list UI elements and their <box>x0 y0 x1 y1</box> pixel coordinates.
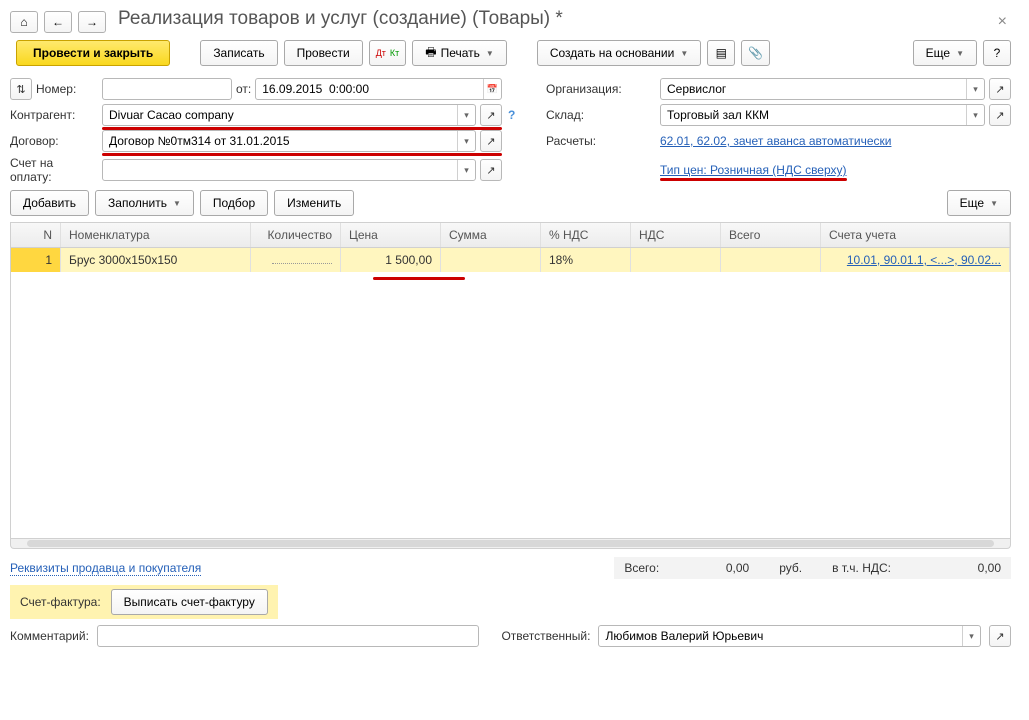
raschety-label: Расчеты: <box>546 134 654 148</box>
contragent-input[interactable] <box>103 105 457 125</box>
printer-icon: 🖶 <box>425 43 436 64</box>
cell-nomenclature: Брус 3000х150х150 <box>61 248 251 272</box>
invoice-label: Счет-фактура: <box>20 595 101 609</box>
responsible-input[interactable] <box>599 626 962 646</box>
post-and-close-button[interactable]: Провести и закрыть <box>16 40 170 66</box>
dogovor-dropdown-icon[interactable]: ▾ <box>457 131 475 151</box>
edit-button[interactable]: Изменить <box>274 190 354 216</box>
col-quantity[interactable]: Количество <box>251 223 341 247</box>
save-button[interactable]: Записать <box>200 40 277 66</box>
schet-open-icon[interactable]: ↗ <box>480 159 502 181</box>
responsible-dropdown-icon[interactable]: ▾ <box>962 626 980 646</box>
org-open-icon[interactable]: ↗ <box>989 78 1011 100</box>
fill-button[interactable]: Заполнить▼ <box>95 190 194 216</box>
move-icon[interactable]: ⇅ <box>10 78 32 100</box>
vat-incl-value: 0,00 <box>921 561 1001 575</box>
org-label: Организация: <box>546 82 654 96</box>
sklad-label: Склад: <box>546 108 654 122</box>
back-button[interactable]: ← <box>44 11 72 33</box>
contragent-open-icon[interactable]: ↗ <box>480 104 502 126</box>
col-vat[interactable]: НДС <box>631 223 721 247</box>
seller-buyer-details-link[interactable]: Реквизиты продавца и покупателя <box>10 561 201 576</box>
create-based-on-button[interactable]: Создать на основании▼ <box>537 40 701 66</box>
table-header: N Номенклатура Количество Цена Сумма % Н… <box>11 223 1010 248</box>
horizontal-scrollbar[interactable] <box>10 539 1011 549</box>
col-sum[interactable]: Сумма <box>441 223 541 247</box>
comment-label: Комментарий: <box>10 629 89 643</box>
contragent-label: Контрагент: <box>10 108 96 122</box>
org-dropdown-icon[interactable]: ▾ <box>966 79 984 99</box>
org-input[interactable] <box>661 79 966 99</box>
cell-vat-percent: 18% <box>541 248 631 272</box>
from-label: от: <box>236 82 251 96</box>
cell-quantity[interactable] <box>251 248 341 272</box>
attach-icon[interactable]: 📎 <box>741 40 770 66</box>
col-accounts[interactable]: Счета учета <box>821 223 1010 247</box>
number-label: Номер: <box>36 82 76 96</box>
col-total[interactable]: Всего <box>721 223 821 247</box>
totals-panel: Всего: 0,00 руб. в т.ч. НДС: 0,00 <box>614 557 1011 579</box>
schet-dropdown-icon[interactable]: ▾ <box>457 160 475 180</box>
help-button[interactable]: ? <box>983 40 1011 66</box>
cell-total <box>721 248 821 272</box>
contragent-dropdown-icon[interactable]: ▾ <box>457 105 475 125</box>
cell-n: 1 <box>11 248 61 272</box>
sklad-dropdown-icon[interactable]: ▾ <box>966 105 984 125</box>
close-icon[interactable]: × <box>994 13 1011 31</box>
pick-button[interactable]: Подбор <box>200 190 268 216</box>
cell-sum <box>441 248 541 272</box>
comment-input[interactable] <box>98 626 479 646</box>
raschety-link[interactable]: 62.01, 62.02, зачет аванса автоматически <box>660 134 891 148</box>
home-button[interactable]: ⌂ <box>10 11 38 33</box>
dogovor-input[interactable] <box>103 131 457 151</box>
dt-kt-icon[interactable]: ДтКт <box>369 40 407 66</box>
schet-label: Счет на оплату: <box>10 156 96 184</box>
write-invoice-button[interactable]: Выписать счет-фактуру <box>111 589 268 615</box>
dogovor-label: Договор: <box>10 134 96 148</box>
cell-price: 1 500,00 <box>341 248 441 272</box>
forward-button[interactable]: → <box>78 11 106 33</box>
table-more-button[interactable]: Еще▼ <box>947 190 1011 216</box>
col-price[interactable]: Цена <box>341 223 441 247</box>
more-button[interactable]: Еще▼ <box>913 40 977 66</box>
sklad-input[interactable] <box>661 105 966 125</box>
total-value: 0,00 <box>689 561 749 575</box>
print-button[interactable]: 🖶Печать▼ <box>412 40 507 66</box>
invoice-panel: Счет-фактура: Выписать счет-фактуру <box>10 585 278 619</box>
schet-input[interactable] <box>103 160 457 180</box>
post-button[interactable]: Провести <box>284 40 363 66</box>
table-row[interactable]: 1 Брус 3000х150х150 1 500,00 18% 10.01, … <box>11 248 1010 272</box>
cell-accounts: 10.01, 90.01.1, <...>, 90.02... <box>821 248 1010 272</box>
price-type-link[interactable]: Тип цен: Розничная (НДС сверху) <box>660 163 847 177</box>
calendar-icon[interactable]: 📅 <box>483 79 501 99</box>
col-n[interactable]: N <box>11 223 61 247</box>
contragent-help-icon[interactable]: ? <box>508 108 540 122</box>
add-row-button[interactable]: Добавить <box>10 190 89 216</box>
col-nomenclature[interactable]: Номенклатура <box>61 223 251 247</box>
responsible-label: Ответственный: <box>501 629 590 643</box>
sklad-open-icon[interactable]: ↗ <box>989 104 1011 126</box>
dogovor-open-icon[interactable]: ↗ <box>480 130 502 152</box>
page-title: Реализация товаров и услуг (создание) (Т… <box>112 4 988 40</box>
items-table: N Номенклатура Количество Цена Сумма % Н… <box>10 222 1011 539</box>
list-icon[interactable]: ▤ <box>707 40 735 66</box>
col-vat-percent[interactable]: % НДС <box>541 223 631 247</box>
responsible-open-icon[interactable]: ↗ <box>989 625 1011 647</box>
date-input[interactable] <box>256 79 483 99</box>
currency: руб. <box>779 561 802 575</box>
cell-vat <box>631 248 721 272</box>
vat-incl-label: в т.ч. НДС: <box>832 561 891 575</box>
total-label: Всего: <box>624 561 659 575</box>
